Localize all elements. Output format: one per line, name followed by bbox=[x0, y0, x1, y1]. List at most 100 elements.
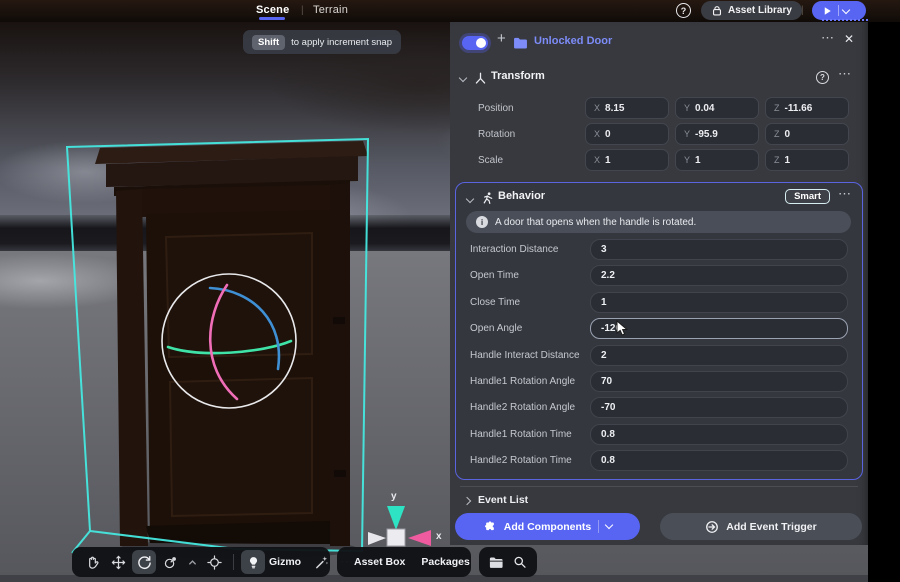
position-z-field[interactable]: Z -11.66 bbox=[765, 97, 849, 119]
field-value: 2 bbox=[601, 350, 607, 361]
object-title: Unlocked Door bbox=[534, 35, 612, 47]
rotation-x-field[interactable]: X 0 bbox=[585, 123, 669, 145]
files-folder-icon[interactable] bbox=[489, 556, 503, 569]
event-list-header[interactable]: Event List bbox=[478, 494, 528, 506]
field-value: 0.04 bbox=[695, 103, 714, 114]
object-enabled-toggle[interactable] bbox=[462, 36, 488, 50]
panel-close-icon[interactable]: ✕ bbox=[844, 32, 854, 46]
handle1-rotation-angle-field[interactable]: 70 bbox=[590, 371, 848, 392]
search-icon[interactable] bbox=[513, 555, 527, 569]
transform-collapse-chevron-icon[interactable] bbox=[459, 74, 467, 82]
axis-prefix: Z bbox=[774, 129, 780, 139]
topbar-separator: | bbox=[801, 5, 804, 16]
behavior-section-title: Behavior bbox=[498, 190, 545, 202]
transform-section-title: Transform bbox=[491, 70, 545, 82]
transform-more-icon[interactable]: ⋯ bbox=[838, 66, 852, 82]
tab-terrain[interactable]: Terrain bbox=[313, 4, 348, 16]
field-value: 0.8 bbox=[601, 429, 615, 440]
handle1-rotation-angle-label: Handle1 Rotation Angle bbox=[470, 376, 575, 387]
handle2-rotation-angle-label: Handle2 Rotation Angle bbox=[470, 402, 575, 413]
add-event-trigger-button[interactable]: Add Event Trigger bbox=[660, 513, 862, 540]
event-list-chevron-icon[interactable] bbox=[463, 497, 471, 505]
play-button[interactable] bbox=[812, 1, 866, 20]
tool-options-chevron-icon[interactable] bbox=[184, 550, 200, 574]
open-angle-label: Open Angle bbox=[470, 323, 522, 334]
asset-box-label[interactable]: Asset Box bbox=[354, 556, 405, 568]
position-label: Position bbox=[478, 103, 514, 114]
axis-y-cone bbox=[387, 506, 405, 530]
field-value: 1 bbox=[785, 155, 791, 166]
components-dropdown-chevron-icon[interactable] bbox=[605, 521, 613, 529]
axis-cube bbox=[387, 529, 405, 546]
light-toggle-button[interactable] bbox=[241, 550, 265, 574]
smart-badge: Smart bbox=[785, 189, 830, 204]
close-time-label: Close Time bbox=[470, 297, 520, 308]
scale-x-field[interactable]: X 1 bbox=[585, 149, 669, 171]
tab-scene[interactable]: Scene bbox=[256, 4, 289, 16]
button-divider bbox=[598, 520, 599, 533]
packages-label[interactable]: Packages bbox=[421, 556, 469, 568]
open-time-field[interactable]: 2.2 bbox=[590, 265, 848, 286]
snap-target-button[interactable] bbox=[202, 550, 226, 574]
field-value: -95.9 bbox=[695, 129, 718, 140]
rotate-tool-button[interactable] bbox=[132, 550, 156, 574]
gizmo-label: Gizmo bbox=[269, 556, 301, 568]
behavior-info-banner: i A door that opens when the handle is r… bbox=[466, 211, 851, 233]
app-window: y x Shift to apply increment snap Scene … bbox=[0, 0, 900, 582]
axis-prefix: X bbox=[594, 103, 600, 113]
field-value: 0 bbox=[785, 129, 791, 140]
panel-more-icon[interactable]: ⋯ bbox=[821, 30, 835, 46]
behavior-description: A door that opens when the handle is rot… bbox=[495, 217, 696, 228]
handle2-rotation-angle-field[interactable]: -70 bbox=[590, 397, 848, 418]
scale-z-field[interactable]: Z 1 bbox=[765, 149, 849, 171]
axis-z-cone bbox=[368, 532, 386, 545]
close-time-field[interactable]: 1 bbox=[590, 292, 848, 313]
scale-y-field[interactable]: Y 1 bbox=[675, 149, 759, 171]
shift-key-badge: Shift bbox=[252, 35, 285, 50]
play-dropdown-chevron-icon[interactable] bbox=[842, 5, 850, 13]
field-value: 1 bbox=[601, 297, 607, 308]
behavior-collapse-chevron-icon[interactable] bbox=[466, 195, 474, 203]
asset-library-button[interactable]: Asset Library bbox=[701, 1, 802, 20]
add-icon[interactable]: + bbox=[497, 30, 506, 47]
asset-library-label: Asset Library bbox=[728, 5, 792, 16]
interaction-distance-label: Interaction Distance bbox=[470, 244, 558, 255]
field-value: 8.15 bbox=[605, 103, 624, 114]
tools-dock: Gizmo ⋯ bbox=[72, 547, 330, 577]
handle1-rotation-time-label: Handle1 Rotation Time bbox=[470, 429, 572, 440]
asset-dock: Asset Box Packages bbox=[337, 547, 471, 577]
help-icon[interactable]: ? bbox=[676, 3, 691, 18]
bag-icon bbox=[711, 5, 723, 17]
field-value: 0.8 bbox=[601, 455, 615, 466]
axis-prefix: X bbox=[594, 129, 600, 139]
handle2-rotation-time-field[interactable]: 0.8 bbox=[590, 450, 848, 471]
handle1-rotation-time-field[interactable]: 0.8 bbox=[590, 424, 848, 445]
rotation-y-field[interactable]: Y -95.9 bbox=[675, 123, 759, 145]
behavior-more-icon[interactable]: ⋯ bbox=[838, 186, 852, 202]
field-value: -11.66 bbox=[785, 103, 813, 114]
tab-scene-active-underline bbox=[259, 17, 285, 20]
field-value: 0 bbox=[605, 129, 611, 140]
position-x-field[interactable]: X 8.15 bbox=[585, 97, 669, 119]
field-value: 70 bbox=[601, 376, 612, 387]
axis-prefix: Z bbox=[774, 103, 780, 113]
pan-tool-button[interactable] bbox=[80, 550, 104, 574]
interaction-distance-field[interactable]: 3 bbox=[590, 239, 848, 260]
increment-snap-tooltip: Shift to apply increment snap bbox=[243, 30, 401, 54]
top-bar: Scene | Terrain ? Asset Library | bbox=[0, 0, 900, 22]
add-components-button[interactable]: Add Components bbox=[455, 513, 640, 540]
position-y-field[interactable]: Y 0.04 bbox=[675, 97, 759, 119]
handle-interact-distance-field[interactable]: 2 bbox=[590, 345, 848, 366]
puzzle-icon bbox=[483, 520, 497, 534]
axis-widget bbox=[368, 506, 431, 546]
field-value: 2.2 bbox=[601, 270, 615, 281]
rotation-z-field[interactable]: Z 0 bbox=[765, 123, 849, 145]
door-hinge bbox=[333, 317, 345, 324]
magic-wand-button[interactable] bbox=[309, 550, 333, 574]
axis-prefix: Y bbox=[684, 155, 690, 165]
info-icon: i bbox=[476, 216, 488, 228]
play-button-divider bbox=[838, 5, 839, 16]
transform-help-icon[interactable]: ? bbox=[816, 71, 829, 84]
move-tool-button[interactable] bbox=[106, 550, 130, 574]
scale-tool-button[interactable] bbox=[158, 550, 182, 574]
